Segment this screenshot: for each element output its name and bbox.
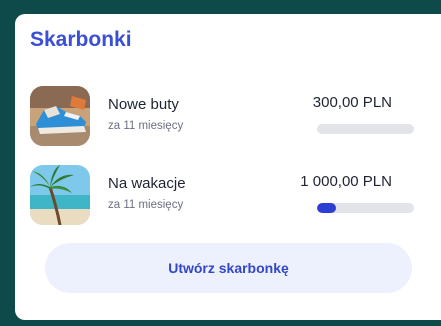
palm-beach-photo-icon [30, 165, 90, 225]
piggybank-deadline: za 11 miesięcy [108, 120, 184, 132]
piggybank-deadline: za 11 miesięcy [108, 199, 184, 211]
piggybank-item-na-wakacje[interactable]: Na wakacje za 11 miesięcy 1 000,00 PLN [30, 165, 420, 229]
progress-bar [317, 203, 414, 213]
progress-fill [317, 203, 337, 213]
piggybank-name: Nowe buty [108, 96, 179, 113]
progress-bar [317, 124, 414, 134]
create-piggybank-button[interactable]: Utwórz skarbonkę [45, 243, 412, 293]
piggybank-amount: 300,00 PLN [312, 94, 392, 111]
piggybank-amount: 1 000,00 PLN [300, 173, 392, 190]
piggybank-name: Na wakacje [108, 175, 186, 192]
sneaker-photo-icon [30, 86, 90, 146]
section-title: Skarbonki [30, 28, 132, 51]
piggybank-item-nowe-buty[interactable]: Nowe buty za 11 miesięcy 300,00 PLN [30, 86, 420, 150]
